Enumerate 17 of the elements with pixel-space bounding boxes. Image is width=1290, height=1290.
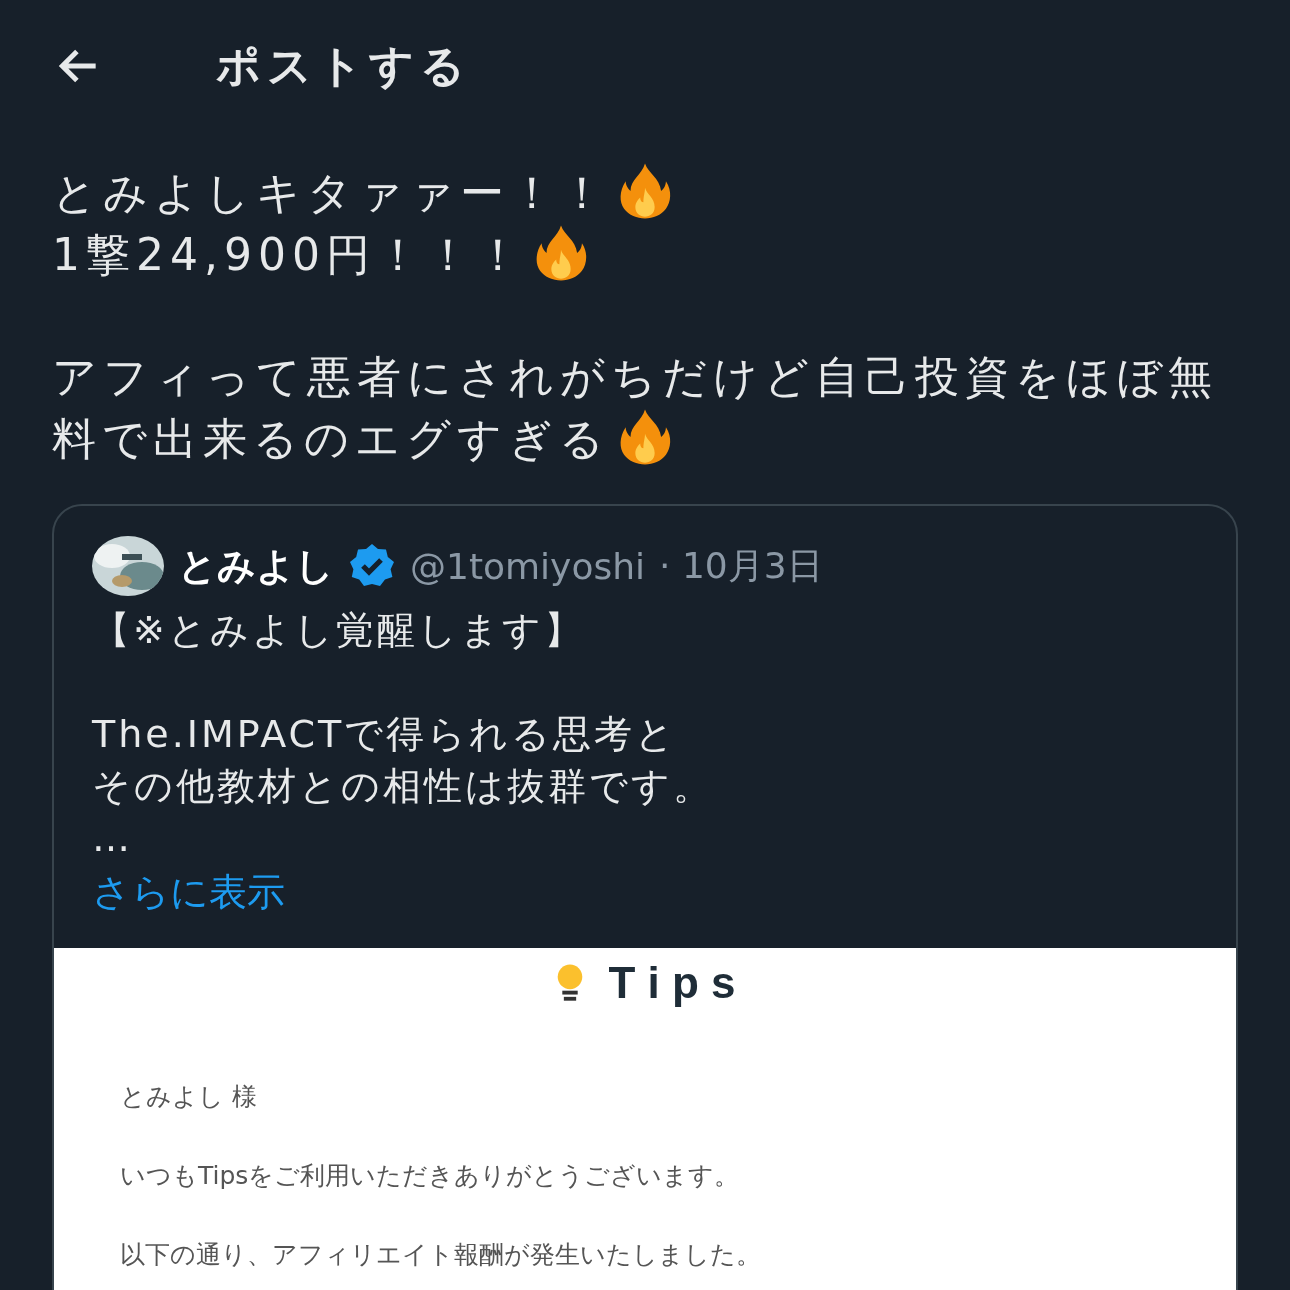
author-name: とみよし — [178, 542, 334, 590]
author-handle: @1tomiyoshi — [410, 545, 646, 587]
page-title: ポストする — [216, 38, 471, 93]
quoted-text: … — [92, 815, 134, 862]
quoted-post-card[interactable]: とみよし @1tomiyoshi · 10月3日 【※とみよし覚醒します】 The.IMPACTで得られる思考と その他教材との相性は抜群です。 … さらに表示 T i p s とみよし 様 いつもTipsをご利用いただきありがとうございます。 以下の通り、アフィリエイト報酬が発生いたしました。 — [52, 504, 1238, 1290]
email-text: いつもTipsをご利用いただきありがとうございます。 — [120, 1160, 741, 1192]
show-more-link[interactable]: さらに表示 — [92, 864, 1198, 920]
quoted-text: その他教材との相性は抜群です。 — [92, 763, 715, 810]
email-text: 以下の通り、アフィリエイト報酬が発生いたしました。 — [120, 1239, 762, 1271]
post-text: アフィって悪者にされがちだけど自己投資をほぼ無料で出来るのエグすぎる — [52, 350, 1219, 468]
quoted-text: The.IMPACTで得られる思考と — [92, 711, 679, 758]
post-text: とみよしキタァァー！！ — [52, 162, 1238, 224]
post-date: · 10月3日 — [659, 543, 823, 588]
post-text: 1撃24,900円！！！ — [52, 224, 1238, 286]
brand-logo: T i p s — [608, 958, 736, 1008]
email-greeting: とみよし 様 — [120, 1081, 258, 1113]
quoted-text: 【※とみよし覚醒します】 — [92, 607, 586, 654]
